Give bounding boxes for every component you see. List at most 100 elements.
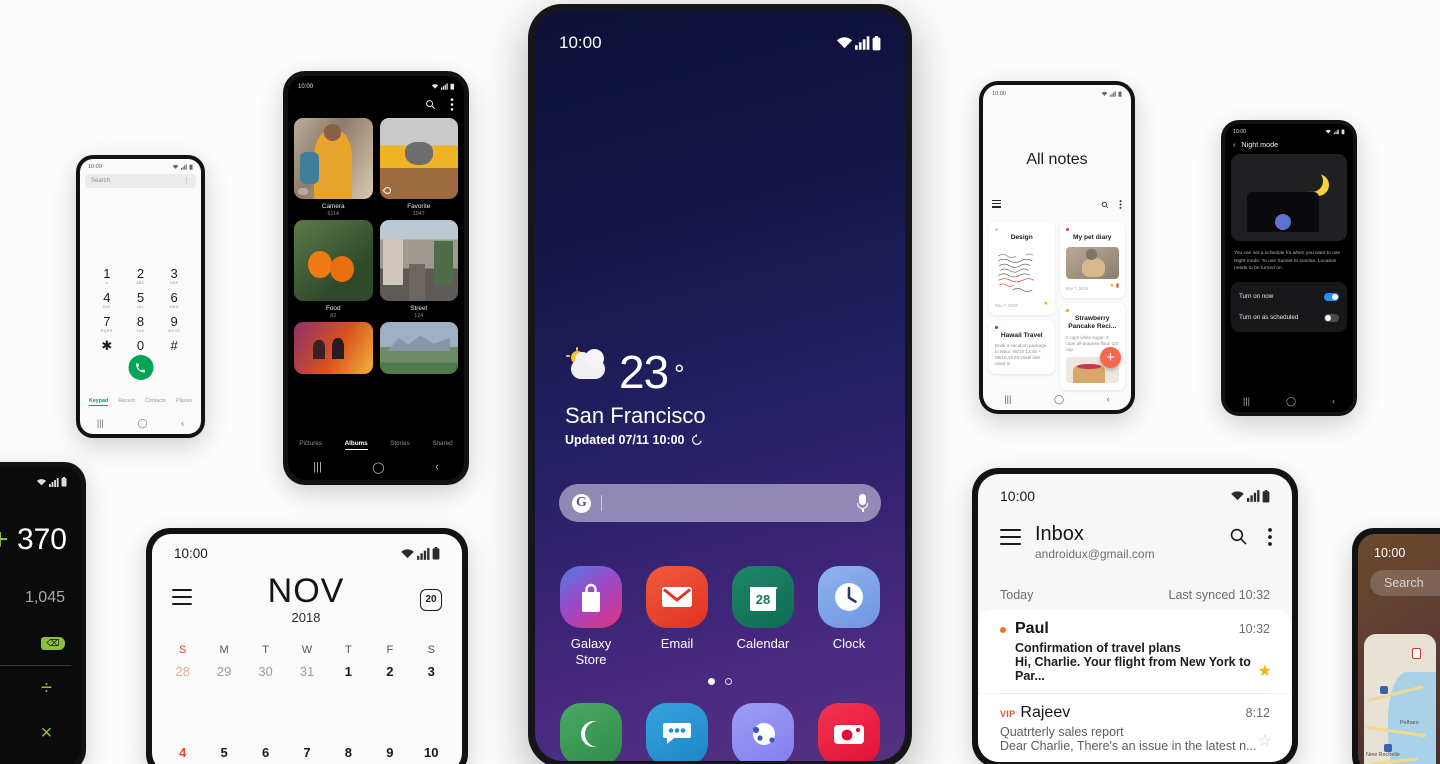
dialer-tab-places[interactable]: Places — [176, 398, 192, 407]
dial-key-5[interactable]: 5 JKL — [124, 291, 158, 310]
navigation-bar[interactable]: ||| ◯ ‹ — [1225, 390, 1353, 412]
star-icon[interactable]: ★ — [1258, 661, 1272, 681]
navigation-bar[interactable]: ||| ◯ ‹ — [288, 454, 464, 480]
toggle-turn-on-as-scheduled[interactable] — [1324, 313, 1339, 322]
album-thumbnail-camera[interactable] — [294, 118, 373, 199]
contacts-icon[interactable] — [732, 703, 794, 761]
dial-key-star[interactable]: ✱ — [90, 339, 124, 357]
dial-key-7[interactable]: 7 PQRS — [90, 315, 124, 334]
note-card[interactable]: My pet diary Nov 7, 2018 ★ ▮ — [1059, 222, 1125, 298]
backspace-icon[interactable]: ⌫ — [41, 637, 65, 650]
camera-icon[interactable] — [818, 703, 880, 761]
google-search-bar[interactable]: G — [559, 484, 881, 522]
dial-key-3[interactable]: 3 DEF — [157, 267, 191, 286]
back-icon[interactable]: ‹ — [435, 461, 439, 473]
day-cell[interactable]: 29 — [203, 664, 244, 679]
dial-key-4[interactable]: 4 GHI — [90, 291, 124, 310]
today-button[interactable]: 20 — [420, 588, 442, 611]
app-email[interactable]: Email — [639, 566, 715, 668]
dialer-tab-recent[interactable]: Recent — [118, 398, 135, 407]
day-cell[interactable]: 3 — [411, 664, 452, 679]
map-search-input[interactable]: Search — [1370, 570, 1440, 596]
add-icon[interactable]: + — [1100, 347, 1121, 368]
toggle-turn-on-now[interactable] — [1324, 292, 1339, 301]
search-icon[interactable] — [1229, 527, 1248, 546]
album-item[interactable]: Street 124 — [379, 220, 458, 319]
album-thumbnail-street[interactable] — [379, 220, 458, 301]
back-icon[interactable]: ‹ — [181, 418, 184, 428]
dial-key-hash[interactable]: # — [157, 339, 191, 357]
star-icon[interactable]: ★ — [1110, 283, 1115, 289]
app-phone[interactable] — [553, 703, 629, 761]
page-indicator[interactable] — [535, 678, 905, 685]
day-cell[interactable]: 7 — [286, 745, 327, 760]
album-item[interactable]: Favorite 1947 — [379, 118, 458, 217]
notes-actions[interactable] — [992, 200, 1122, 210]
day-cell[interactable]: 31 — [286, 664, 327, 679]
calendar-icon[interactable]: 28 — [732, 566, 794, 628]
app-galaxy-store[interactable]: Galaxy Store — [553, 566, 629, 668]
calculator-keypad[interactable]: % ÷ 9 × — [0, 677, 81, 745]
menu-icon[interactable] — [172, 589, 192, 610]
day-cell[interactable]: 4 — [162, 745, 203, 760]
note-card[interactable]: Strawberry Pancake Reci... 2 cups white … — [1059, 302, 1125, 390]
album-item[interactable] — [294, 322, 373, 374]
home-icon[interactable]: ◯ — [1054, 394, 1064, 405]
app-camera[interactable] — [811, 703, 887, 761]
calc-key-percent[interactable]: % — [0, 677, 12, 700]
album-thumbnail-food[interactable] — [294, 220, 373, 301]
dial-key-1[interactable]: 1 ∞ — [90, 267, 124, 286]
more-icon[interactable] — [1268, 527, 1272, 546]
more-icon[interactable] — [450, 98, 454, 111]
day-cell[interactable]: 1 — [328, 664, 369, 679]
app-contacts[interactable] — [725, 703, 801, 761]
dial-key-2[interactable]: 2 ABC — [124, 267, 158, 286]
chat-icon[interactable] — [646, 703, 708, 761]
back-icon[interactable]: ‹ — [1107, 394, 1110, 404]
gallery-tab-shared[interactable]: Shared — [432, 440, 452, 450]
email-actions[interactable] — [1229, 527, 1272, 546]
menu-icon[interactable] — [992, 200, 1001, 210]
more-icon[interactable] — [1119, 200, 1122, 210]
day-cell[interactable]: 8 — [328, 745, 369, 760]
clock-icon[interactable] — [818, 566, 880, 628]
recents-icon[interactable]: ||| — [313, 461, 322, 473]
dial-key-8[interactable]: 8 TUV — [124, 315, 158, 334]
page-dot[interactable] — [725, 678, 732, 685]
calc-key-divide[interactable]: ÷ — [12, 677, 81, 700]
setting-row-turn-on-now[interactable]: Turn on now — [1239, 286, 1339, 307]
app-calendar[interactable]: 28 Calendar — [725, 566, 801, 668]
page-dot-active[interactable] — [708, 678, 715, 685]
search-icon[interactable] — [425, 99, 436, 110]
dial-key-9[interactable]: 9 WXYZ — [157, 315, 191, 334]
album-thumbnail-pictures[interactable] — [294, 322, 373, 374]
navigation-bar[interactable]: ||| ◯ ‹ — [983, 388, 1131, 410]
menu-icon[interactable] — [1000, 529, 1021, 550]
app-clock[interactable]: Clock — [811, 566, 887, 668]
setting-row-turn-on-as-scheduled[interactable]: Turn on as scheduled — [1239, 307, 1339, 328]
search-input[interactable]: Search ⋮ — [85, 174, 196, 188]
back-icon[interactable]: ‹ — [1233, 140, 1235, 149]
search-icon[interactable] — [1101, 201, 1109, 209]
gallery-tab-stories[interactable]: Stories — [390, 440, 410, 450]
star-icon[interactable]: ☆ — [1258, 731, 1272, 751]
gallery-actions[interactable] — [425, 98, 454, 111]
dialer-tab-contacts[interactable]: Contacts — [145, 398, 166, 407]
day-cell[interactable]: 2 — [369, 664, 410, 679]
album-thumbnail-favorite[interactable] — [379, 118, 458, 199]
envelope-icon[interactable] — [646, 566, 708, 628]
bag-icon[interactable] — [560, 566, 622, 628]
note-card[interactable]: Hawaii Travel Book a vacation package to… — [989, 319, 1055, 375]
call-icon[interactable] — [128, 355, 153, 380]
home-icon[interactable]: ◯ — [1286, 396, 1296, 407]
recents-icon[interactable]: ||| — [1004, 394, 1011, 404]
refresh-icon[interactable] — [691, 434, 703, 446]
dialer-tab-keypad[interactable]: Keypad — [89, 398, 109, 406]
gallery-tab-pictures[interactable]: Pictures — [299, 440, 322, 450]
home-icon[interactable]: ◯ — [372, 461, 384, 474]
note-card[interactable]: Design Nov 7, 2018 ★ — [989, 222, 1055, 315]
dialpad[interactable]: 1 ∞ 2 ABC 3 DEF 4 GHI 5 JKL 6 MNO 7 PQRS 8 TUV 9… — [90, 267, 191, 358]
gallery-tab-albums[interactable]: Albums — [345, 440, 368, 450]
mic-icon[interactable] — [857, 494, 868, 512]
day-cell[interactable]: 5 — [203, 745, 244, 760]
